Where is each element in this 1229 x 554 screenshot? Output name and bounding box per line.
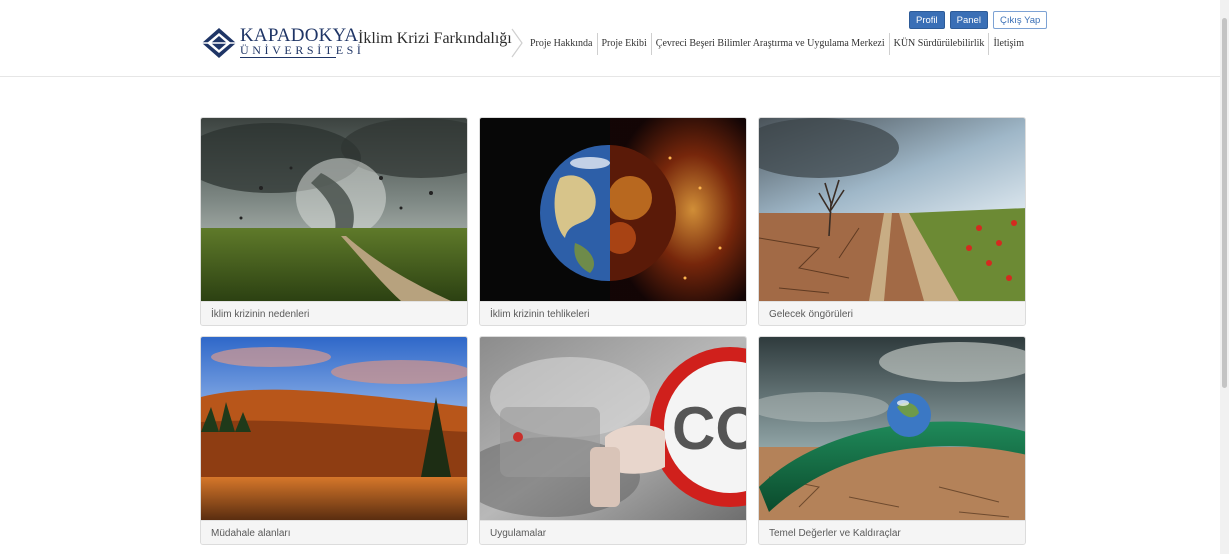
panel-button[interactable]: Panel: [949, 11, 988, 29]
nav-item-about[interactable]: Proje Hakkında: [526, 37, 597, 51]
card-future-predictions[interactable]: Gelecek öngörüleri: [758, 117, 1026, 326]
earth-drop-on-leaf-image: [759, 337, 1025, 520]
card-climate-causes[interactable]: İklim krizinin nedenleri: [200, 117, 468, 326]
card-caption: Uygulamalar: [480, 520, 746, 544]
university-logo[interactable]: KAPADOKYA ÜNİVERSİTESİ: [200, 24, 361, 62]
logout-button[interactable]: Çıkış Yap: [992, 11, 1048, 29]
card-caption: Temel Değerler ve Kaldıraçlar: [759, 520, 1025, 544]
card-intervention-areas[interactable]: Müdahale alanları: [200, 336, 468, 545]
card-climate-dangers[interactable]: İklim krizinin tehlikeleri: [479, 117, 747, 326]
account-buttons: Profil Panel Çıkış Yap: [909, 11, 1048, 29]
tornado-storm-image: [201, 118, 467, 301]
card-core-values[interactable]: Temel Değerler ve Kaldıraçlar: [758, 336, 1026, 545]
page-scrollbar[interactable]: [1220, 0, 1229, 554]
nav-item-research-center[interactable]: Çevreci Beşeri Bilimler Araştırma ve Uyg…: [652, 37, 889, 51]
logo-subtitle: ÜNİVERSİTESİ: [240, 43, 365, 57]
autumn-forest-lake-image: [201, 337, 467, 520]
scrollbar-thumb[interactable]: [1222, 18, 1227, 388]
site-title[interactable]: İklim Krizi Farkındalığı: [358, 30, 512, 48]
card-caption: Gelecek öngörüleri: [759, 301, 1025, 325]
profile-button[interactable]: Profil: [909, 11, 945, 29]
svg-text:CO: CO: [672, 395, 747, 462]
nav-item-sustainability[interactable]: KÜN Sürdürülebilirlik: [890, 37, 989, 51]
nav-item-contact[interactable]: İletişim: [989, 37, 1028, 51]
burning-earth-image: [480, 118, 746, 301]
co2-sign-image: CO: [480, 337, 747, 520]
card-applications[interactable]: CO Uygulamalar: [479, 336, 747, 545]
card-caption: İklim krizinin nedenleri: [201, 301, 467, 325]
site-header: KAPADOKYA ÜNİVERSİTESİ İklim Krizi Farkı…: [0, 0, 1229, 77]
nav-item-team[interactable]: Proje Ekibi: [598, 37, 651, 51]
logo-emblem-icon: [202, 28, 236, 58]
logo-divider: [240, 57, 336, 58]
card-caption: Müdahale alanları: [201, 520, 467, 544]
chevron-right-icon: [511, 28, 523, 58]
main-nav: Proje Hakkında Proje Ekibi Çevreci Beşer…: [526, 33, 1028, 55]
dry-cracked-field-image: [759, 118, 1025, 301]
card-caption: İklim krizinin tehlikeleri: [480, 301, 746, 325]
